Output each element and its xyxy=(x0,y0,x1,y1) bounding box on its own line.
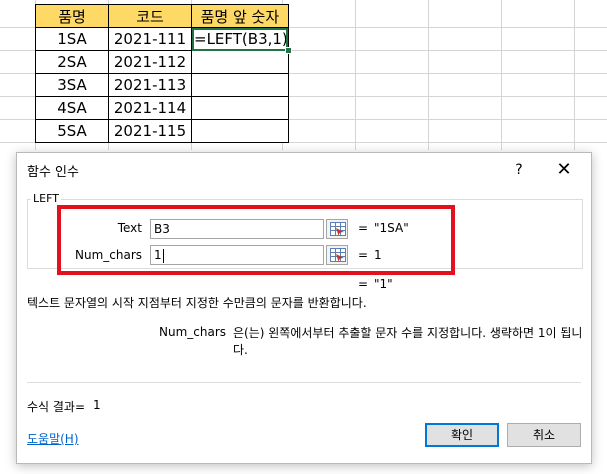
active-cell-formula: =LEFT(B3,1) xyxy=(194,30,288,48)
data-table: 품명 코드 품명 앞 숫자 1SA 2021-111 =LEFT(B3,1) 2… xyxy=(35,4,292,143)
function-result-equals: = xyxy=(358,277,369,291)
formula-result-label: 수식 결과= xyxy=(27,400,86,414)
argument-description-name: Num_chars xyxy=(159,325,227,339)
table-row: 1SA 2021-111 =LEFT(B3,1) xyxy=(35,27,292,54)
dialog-titlebar[interactable]: 함수 인수 ? ✕ xyxy=(17,153,591,187)
cell[interactable]: 4SA xyxy=(35,96,109,120)
table-row: 2SA 2021-112 xyxy=(35,50,289,74)
cell[interactable]: 2021-112 xyxy=(108,50,192,74)
cell[interactable]: 2021-114 xyxy=(108,96,192,120)
gridline xyxy=(501,0,502,150)
function-description: 텍스트 문자열의 시작 지점부터 지정한 수만큼의 문자를 반환합니다. xyxy=(27,296,367,310)
cell[interactable]: 2021-115 xyxy=(108,119,192,143)
dialog-title: 함수 인수 xyxy=(27,165,79,180)
table-row: 3SA 2021-113 xyxy=(35,73,289,97)
gridline xyxy=(428,0,429,150)
cell[interactable] xyxy=(191,50,289,74)
cancel-button[interactable]: 취소 xyxy=(507,423,581,447)
argument-description-text: 은(는) 왼쪽에서부터 추출할 문자 수를 지정합니다. 생략하면 1이 됩니다… xyxy=(233,326,583,357)
help-icon[interactable]: ? xyxy=(507,158,531,182)
ok-button[interactable]: 확인 xyxy=(425,423,499,447)
gridline xyxy=(355,0,356,150)
active-cell[interactable]: =LEFT(B3,1) xyxy=(191,27,292,54)
formula-result-value: 1 xyxy=(93,398,101,412)
cell[interactable] xyxy=(191,73,289,97)
close-icon[interactable]: ✕ xyxy=(549,158,579,182)
function-arguments-dialog: 함수 인수 ? ✕ LEFT Text B3 = "1SA" Num_chars… xyxy=(16,152,592,464)
divider xyxy=(27,382,581,383)
cell[interactable] xyxy=(191,96,289,120)
cell[interactable]: 2SA xyxy=(35,50,109,74)
cell[interactable]: 3SA xyxy=(35,73,109,97)
fill-handle[interactable] xyxy=(284,47,292,54)
table-header-row: 품명 코드 품명 앞 숫자 xyxy=(35,4,289,28)
cell[interactable] xyxy=(191,119,289,143)
cell[interactable]: 2021-111 xyxy=(108,27,192,51)
cell[interactable]: 5SA xyxy=(35,119,109,143)
header-cell-item[interactable]: 품명 xyxy=(35,4,109,28)
help-link[interactable]: 도움말(H) xyxy=(27,430,79,447)
function-name-label: LEFT xyxy=(31,192,61,205)
gridline xyxy=(574,0,575,150)
table-row: 5SA 2021-115 xyxy=(35,119,289,143)
highlight-box xyxy=(57,205,455,275)
function-result-value: "1" xyxy=(374,277,393,291)
header-cell-prefix-number[interactable]: 품명 앞 숫자 xyxy=(191,4,289,28)
cell[interactable]: 2021-113 xyxy=(108,73,192,97)
cell[interactable]: 1SA xyxy=(35,27,109,51)
spreadsheet-grid: 품명 코드 품명 앞 숫자 1SA 2021-111 =LEFT(B3,1) 2… xyxy=(0,0,607,150)
table-row: 4SA 2021-114 xyxy=(35,96,289,120)
header-cell-code[interactable]: 코드 xyxy=(108,4,192,28)
